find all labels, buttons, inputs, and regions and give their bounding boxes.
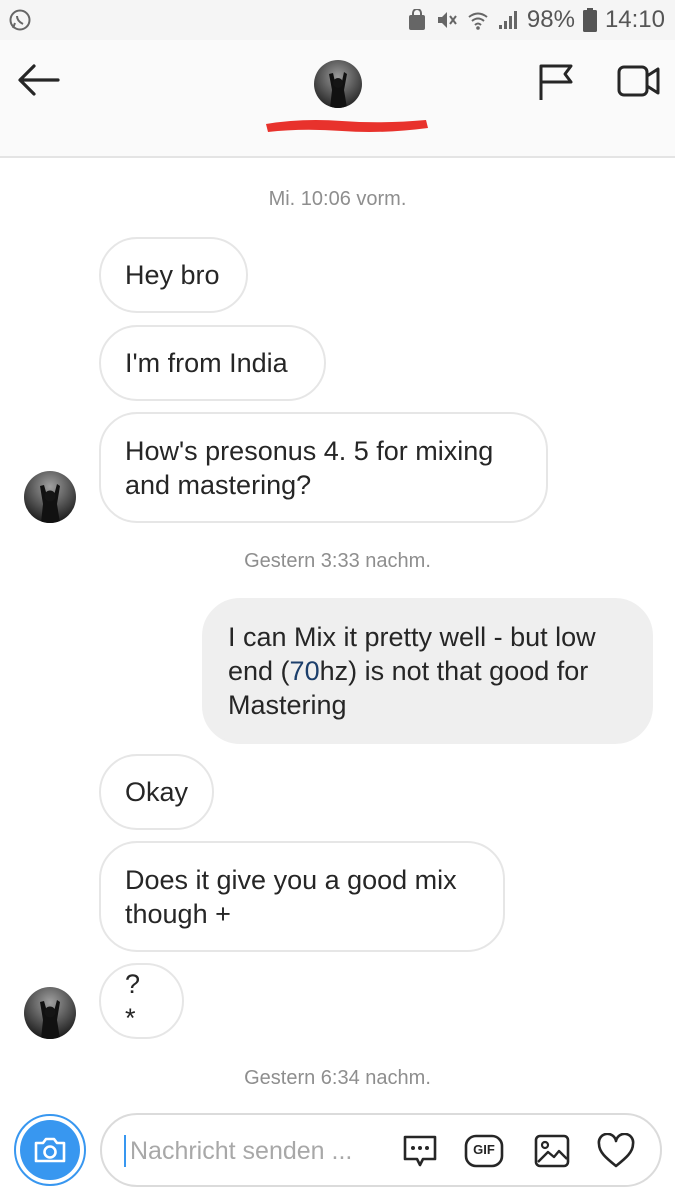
message-line: end (70hz) is not that good for (228, 654, 596, 688)
sender-avatar[interactable] (24, 471, 76, 523)
gallery-button[interactable] (532, 1131, 572, 1171)
clock: 14:10 (604, 6, 665, 33)
timestamp: Gestern 6:34 nachm. (244, 1067, 431, 1089)
message-line-part: end ( (228, 656, 290, 686)
recycle-lock-icon (407, 9, 427, 31)
message-line: Mastering (228, 690, 347, 720)
message-bubble-incoming[interactable]: ? * (99, 963, 184, 1039)
like-button[interactable] (596, 1131, 636, 1171)
message-line: though + (125, 898, 231, 929)
message-line: How's presonus 4. 5 for mixing (125, 435, 494, 466)
sender-avatar[interactable] (24, 987, 76, 1039)
message-bubble-incoming[interactable]: Hey bro (99, 237, 248, 313)
message-bubble-incoming[interactable]: I'm from India (99, 325, 326, 401)
back-button[interactable] (16, 62, 62, 98)
gif-button[interactable]: GIF (464, 1131, 504, 1171)
chat-header (0, 40, 675, 158)
more-options-icon (403, 1135, 437, 1167)
back-arrow-icon (18, 64, 60, 96)
message-bubble-incoming[interactable]: How's presonus 4. 5 for mixing and maste… (99, 412, 548, 523)
heart-icon (597, 1133, 635, 1168)
message-text: How's presonus 4. 5 for mixing and maste… (125, 434, 493, 502)
signal-icon (497, 9, 519, 31)
message-bubble-outgoing[interactable]: I can Mix it pretty well - but low end (… (202, 598, 653, 744)
message-bubble-incoming[interactable]: Okay (99, 754, 214, 830)
camera-button[interactable] (14, 1114, 86, 1186)
message-line-part: hz) is not that good for (319, 656, 589, 686)
contact-avatar[interactable] (314, 60, 362, 108)
message-line: Does it give you a good mix (125, 864, 457, 895)
message-text: I'm from India (125, 348, 288, 378)
flag-icon (539, 64, 573, 100)
report-flag-button[interactable] (536, 62, 576, 102)
message-composer: GIF (100, 1113, 662, 1187)
battery-icon (582, 8, 597, 32)
redacted-username (262, 114, 430, 136)
more-options-button[interactable] (400, 1131, 440, 1171)
message-line: and mastering? (125, 469, 312, 500)
whatsapp-notification-icon (8, 8, 32, 32)
message-line: I can Mix it pretty well - but low (228, 622, 596, 652)
mute-icon (435, 9, 459, 31)
message-bubble-incoming[interactable]: Does it give you a good mix though + (99, 841, 505, 952)
camera-button-fill (20, 1120, 80, 1180)
message-input[interactable] (124, 1135, 394, 1167)
message-text: Hey bro (125, 260, 220, 290)
message-text: ? * (125, 969, 141, 1033)
message-text: Okay (125, 777, 189, 807)
camera-icon (34, 1137, 66, 1163)
timestamp: Mi. 10:06 vorm. (268, 188, 407, 210)
phone-number-link[interactable]: 70 (290, 656, 320, 686)
video-call-button[interactable] (616, 62, 662, 100)
gallery-icon (534, 1134, 570, 1168)
message-text: I can Mix it pretty well - but low end (… (228, 620, 596, 722)
battery-percentage: 98% (526, 6, 575, 33)
status-bar: 98% 14:10 (0, 0, 675, 40)
gif-label: GIF (473, 1142, 495, 1157)
timestamp: Gestern 3:33 nachm. (244, 550, 431, 572)
wifi-icon (467, 9, 489, 31)
video-camera-icon (617, 65, 660, 97)
message-text: Does it give you a good mix though + (125, 863, 457, 931)
